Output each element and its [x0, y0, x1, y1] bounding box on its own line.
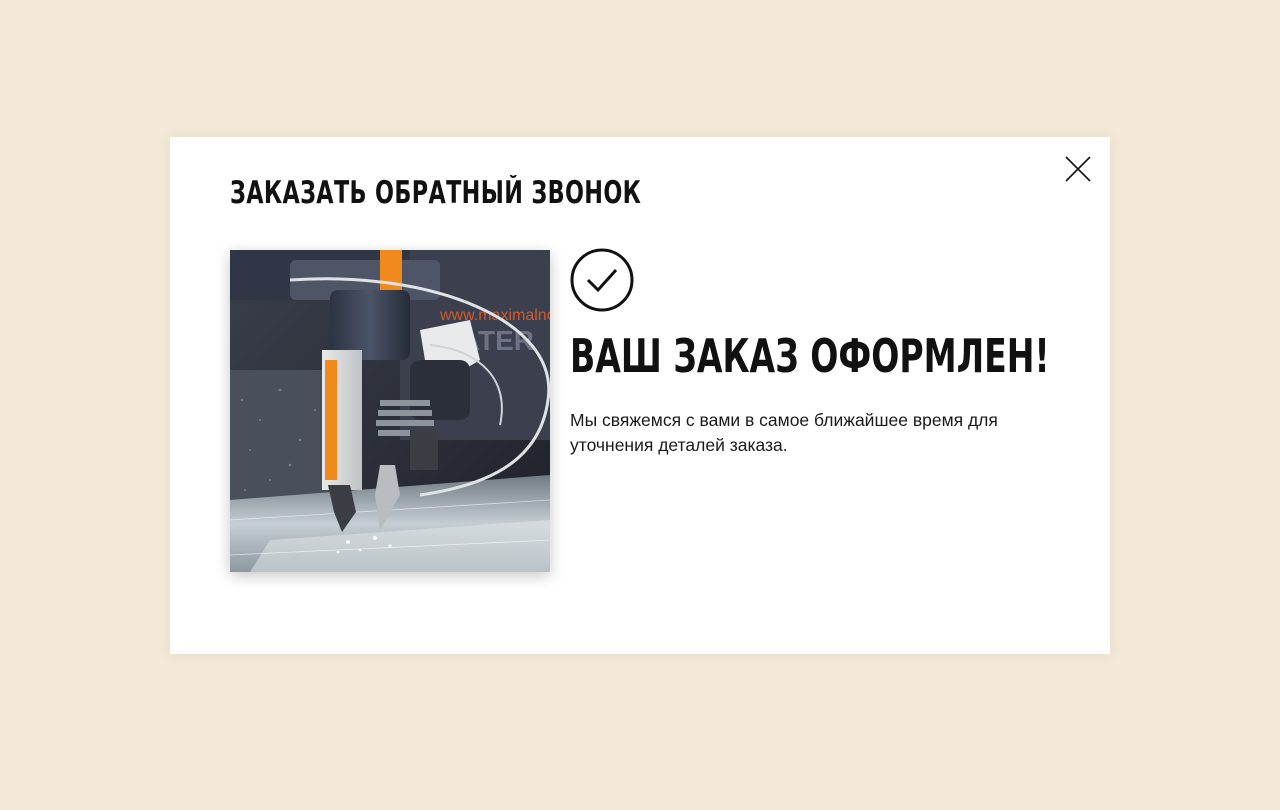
success-title: ВАШ ЗАКАЗ ОФОРМЛЕН!	[570, 329, 1050, 383]
modal-title: ЗАКАЗАТЬ ОБРАТНЫЙ ЗВОНОК	[230, 175, 642, 211]
page-overlay: ЗАКАЗАТЬ ОБРАТНЫЙ ЗВОНОК www.maximaln WA…	[0, 0, 1280, 810]
close-button[interactable]	[1064, 155, 1092, 183]
success-message: Мы свяжемся с вами в самое ближайшее вре…	[570, 410, 998, 455]
success-block: ВАШ ЗАКАЗ ОФОРМЛЕН! Мы свяжемся с вами в…	[570, 248, 1050, 458]
close-icon[interactable]	[1064, 155, 1092, 183]
checkmark-circle-icon	[570, 248, 634, 312]
callback-modal: ЗАКАЗАТЬ ОБРАТНЫЙ ЗВОНОК www.maximaln WA…	[170, 137, 1110, 654]
waterjet-machine-image: www.maximalnoe WATER	[230, 250, 550, 572]
